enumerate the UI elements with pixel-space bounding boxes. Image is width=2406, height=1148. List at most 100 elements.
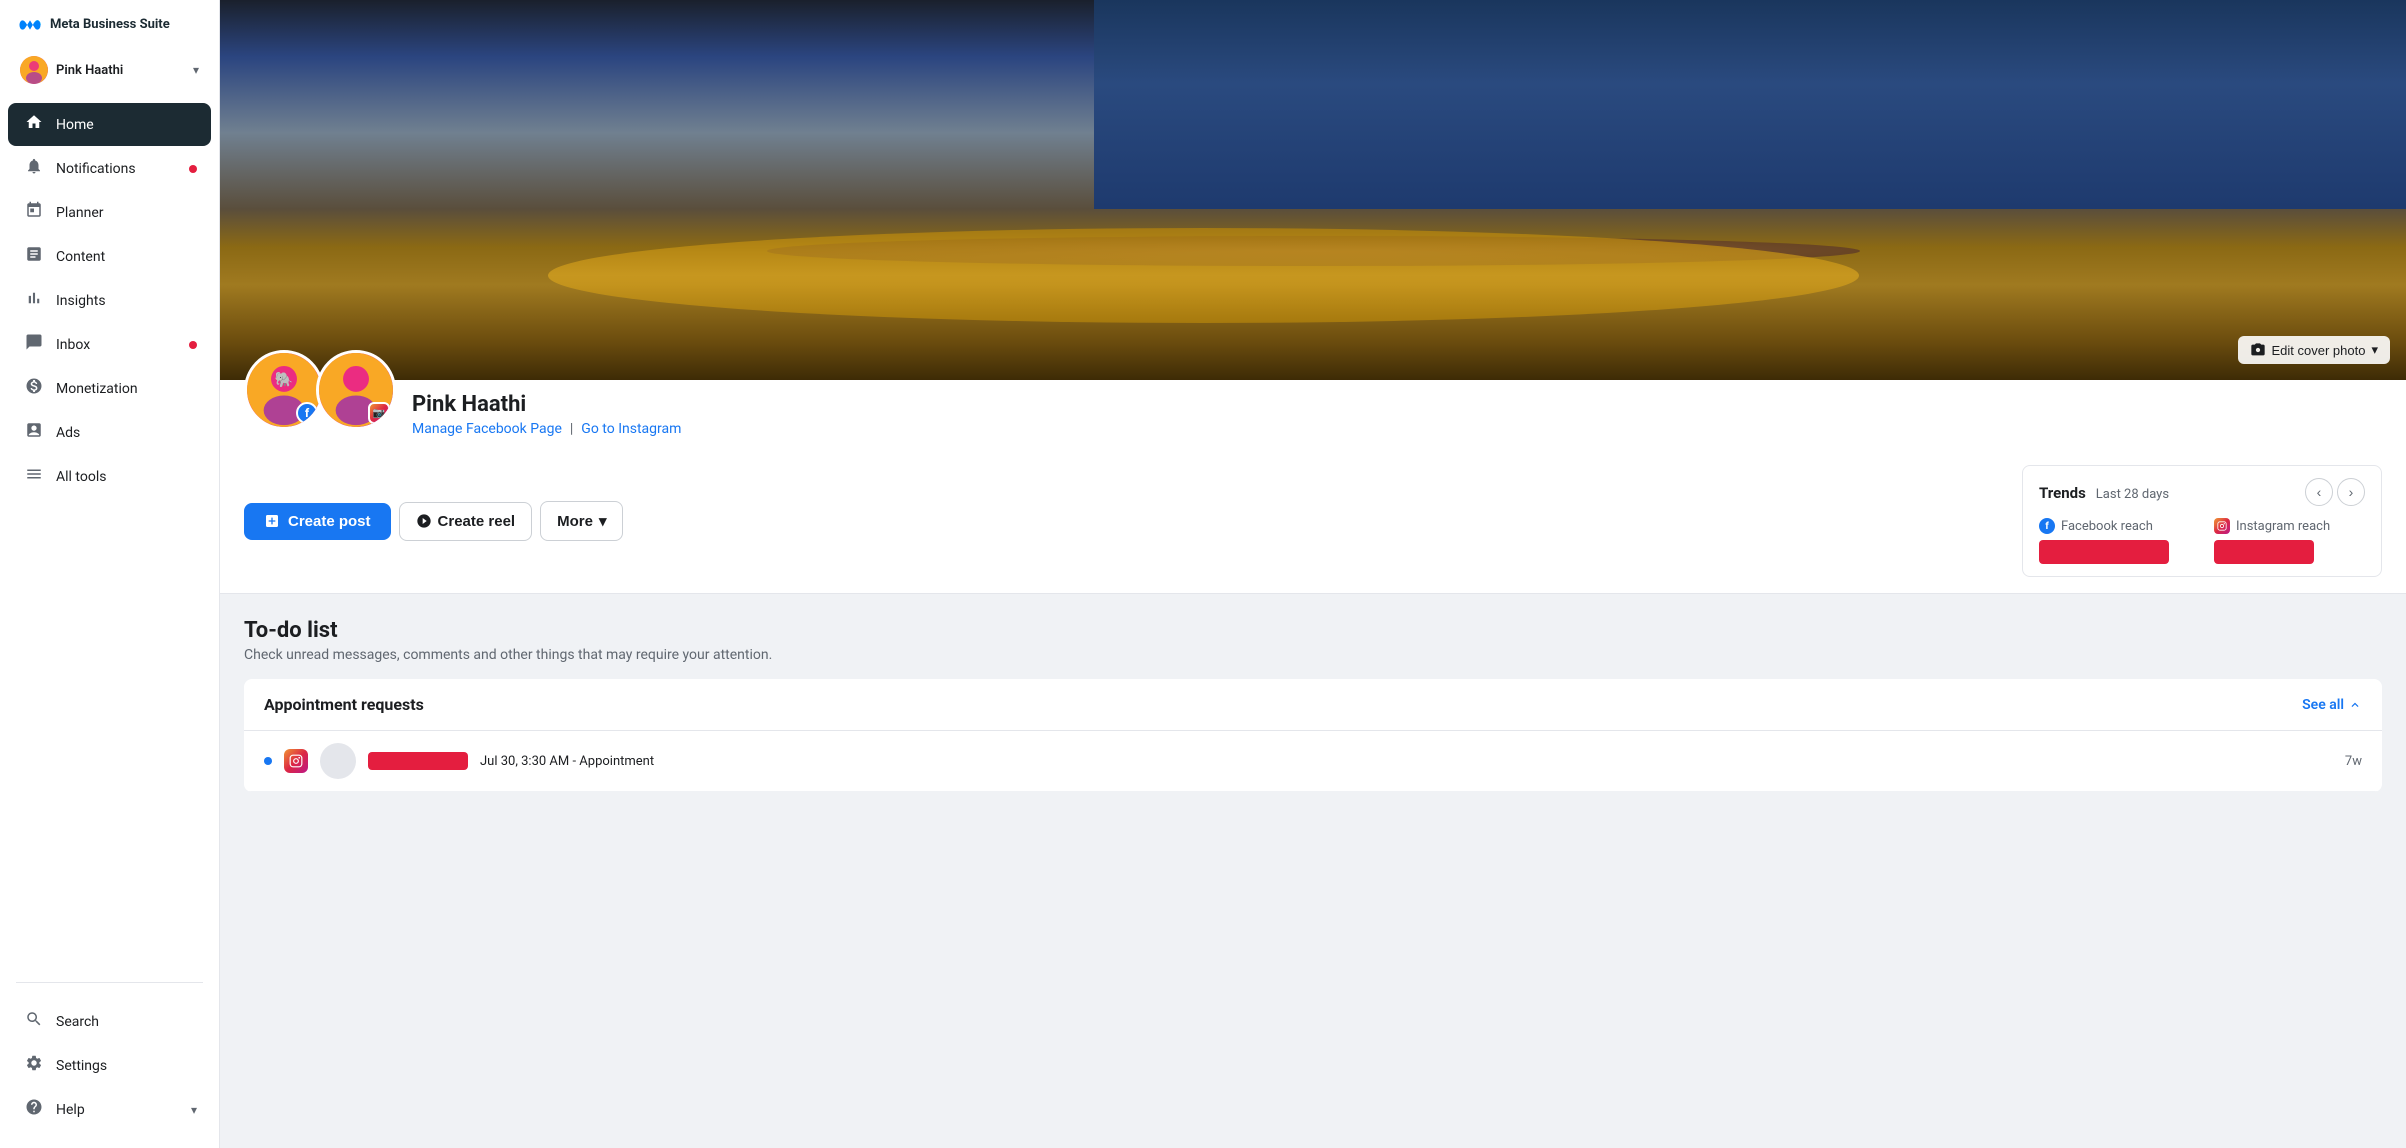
sidebar-item-settings[interactable]: Settings (8, 1044, 211, 1087)
facebook-reach-bar (2039, 540, 2169, 564)
see-all-link[interactable]: See all (2302, 697, 2362, 713)
logo-area: Meta Business Suite (0, 0, 219, 42)
todo-section: To-do list Check unread messages, commen… (220, 594, 2406, 792)
sidebar-item-help[interactable]: Help ▾ (8, 1088, 211, 1131)
more-label: More (557, 513, 593, 530)
sidebar-item-ads-label: Ads (56, 425, 80, 441)
trends-navigation: ‹ › (2305, 478, 2365, 506)
app-name: Meta Business Suite (50, 17, 170, 33)
content-icon (24, 245, 44, 268)
cover-photo (220, 0, 2406, 380)
trends-next-button[interactable]: › (2337, 478, 2365, 506)
manage-facebook-link[interactable]: Manage Facebook Page (412, 421, 562, 437)
sidebar-item-home-label: Home (56, 117, 94, 133)
monetization-icon (24, 377, 44, 400)
ads-icon (24, 421, 44, 444)
insights-icon (24, 289, 44, 312)
edit-cover-chevron-icon: ▾ (2371, 342, 2378, 358)
sidebar: Meta Business Suite Pink Haathi ▾ Home (0, 0, 220, 1148)
create-post-icon (264, 513, 280, 529)
sidebar-item-home[interactable]: Home (8, 103, 211, 146)
chevron-down-icon: ▾ (193, 63, 199, 77)
appointment-age: 7w (2345, 754, 2362, 769)
profile-actions-row: Create post Create reel More ▾ Trends La… (220, 453, 2406, 594)
facebook-reach-label: f Facebook reach (2039, 518, 2190, 534)
sidebar-bottom: Search Settings Help ▾ (0, 991, 219, 1132)
more-chevron-icon: ▾ (599, 512, 607, 530)
sidebar-item-notifications[interactable]: Notifications (8, 147, 211, 190)
sidebar-item-content-label: Content (56, 249, 105, 265)
instagram-reach-label: Instagram reach (2214, 518, 2365, 534)
sidebar-item-insights[interactable]: Insights (8, 279, 211, 322)
sidebar-item-inbox[interactable]: Inbox (8, 323, 211, 366)
unread-dot (264, 757, 272, 765)
profile-section-wrapper: 🐘 f 📷 Pink Haathi Manage Faceb (220, 380, 2406, 594)
trends-title-area: Trends Last 28 days (2039, 483, 2169, 502)
appointment-row[interactable]: Jul 30, 3:30 AM - Appointment 7w (244, 731, 2382, 792)
sidebar-item-monetization-label: Monetization (56, 381, 138, 397)
instagram-icon (2214, 518, 2230, 534)
link-separator: | (570, 421, 573, 437)
sidebar-item-settings-label: Settings (56, 1058, 107, 1074)
trends-card: Trends Last 28 days ‹ › f Facebook reach (2022, 465, 2382, 577)
sidebar-item-ads[interactable]: Ads (8, 411, 211, 454)
meta-logo-icon (16, 16, 44, 34)
chevron-up-icon (2348, 698, 2362, 712)
sidebar-item-monetization[interactable]: Monetization (8, 367, 211, 410)
facebook-reach-metric: f Facebook reach (2039, 518, 2190, 564)
instagram-platform-badge (284, 749, 308, 773)
trends-period: Last 28 days (2096, 487, 2169, 502)
sidebar-item-inbox-label: Inbox (56, 337, 90, 353)
todo-subtitle: Check unread messages, comments and othe… (244, 647, 2382, 663)
bell-icon (24, 157, 44, 180)
edit-cover-label: Edit cover photo (2272, 343, 2366, 358)
sidebar-item-insights-label: Insights (56, 293, 106, 309)
instagram-badge: 📷 (368, 402, 390, 424)
sidebar-item-search[interactable]: Search (8, 1000, 211, 1043)
meta-logo: Meta Business Suite (16, 16, 170, 34)
reel-icon (416, 513, 432, 529)
appointment-time: Jul 30, 3:30 AM - Appointment (480, 754, 2333, 769)
instagram-reach-metric: Instagram reach (2214, 518, 2365, 564)
account-name: Pink Haathi (56, 63, 185, 78)
sidebar-item-planner[interactable]: Planner (8, 191, 211, 234)
instagram-reach-bar (2214, 540, 2314, 564)
inbox-icon (24, 333, 44, 356)
search-icon (24, 1010, 44, 1033)
page-title: Pink Haathi (412, 392, 2382, 417)
calendar-icon (24, 201, 44, 224)
sidebar-divider (16, 982, 203, 983)
inbox-badge (189, 341, 197, 349)
sidebar-item-notifications-label: Notifications (56, 161, 136, 177)
more-button[interactable]: More ▾ (540, 501, 623, 541)
trends-metrics: f Facebook reach Instagram reach (2039, 518, 2365, 564)
account-selector[interactable]: Pink Haathi ▾ (12, 50, 207, 90)
profile-links: Manage Facebook Page | Go to Instagram (412, 421, 2382, 437)
edit-cover-photo-button[interactable]: Edit cover photo ▾ (2238, 336, 2390, 364)
create-post-button[interactable]: Create post (244, 503, 391, 540)
help-chevron-icon: ▾ (191, 1103, 197, 1117)
todo-card-header: Appointment requests See all (244, 679, 2382, 731)
profile-info: Pink Haathi Manage Facebook Page | Go to… (412, 380, 2382, 437)
sidebar-item-search-label: Search (56, 1014, 99, 1030)
cover-photo-area: Edit cover photo ▾ (220, 0, 2406, 380)
help-icon (24, 1098, 44, 1121)
create-reel-button[interactable]: Create reel (399, 502, 533, 541)
facebook-page-avatar: 🐘 f (244, 350, 324, 430)
gear-icon (24, 1054, 44, 1077)
appointment-requests-title: Appointment requests (264, 695, 424, 714)
home-icon (24, 113, 44, 136)
nav-section: Home Notifications Planner (0, 102, 219, 974)
sidebar-item-content[interactable]: Content (8, 235, 211, 278)
trends-prev-button[interactable]: ‹ (2305, 478, 2333, 506)
trends-title: Trends (2039, 484, 2086, 502)
all-tools-icon (24, 465, 44, 488)
create-reel-label: Create reel (438, 513, 516, 530)
trends-header: Trends Last 28 days ‹ › (2039, 478, 2365, 506)
svg-text:🐘: 🐘 (275, 370, 293, 388)
appointment-avatar (320, 743, 356, 779)
go-to-instagram-link[interactable]: Go to Instagram (581, 421, 681, 437)
sidebar-item-help-label: Help (56, 1102, 85, 1118)
sidebar-item-all-tools[interactable]: All tools (8, 455, 211, 498)
main-content: Edit cover photo ▾ 🐘 f (220, 0, 2406, 1148)
